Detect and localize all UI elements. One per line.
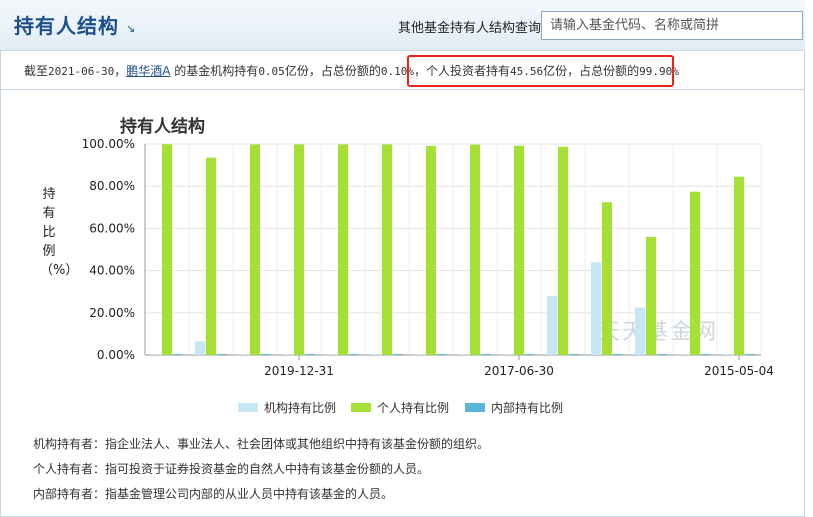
bar [338, 144, 348, 355]
bar [723, 354, 733, 355]
x-tick-label: 2015-05-04 [704, 364, 774, 378]
legend-label-internal: 内部持有比例 [491, 401, 564, 415]
bar [151, 354, 161, 355]
bar [239, 354, 249, 355]
bar [382, 144, 392, 355]
x-tick-label: 2017-06-30 [484, 364, 554, 378]
y-tick-label: 0.00% [97, 348, 135, 362]
bar [569, 354, 579, 355]
bar [613, 354, 623, 355]
legend-swatch-individual [351, 403, 371, 412]
bar [558, 146, 568, 355]
bar [195, 341, 205, 355]
bar [217, 354, 227, 355]
bar [657, 354, 667, 355]
bar [481, 354, 491, 355]
bar [525, 354, 535, 355]
legend-swatch-institution [238, 403, 258, 412]
bar [162, 144, 172, 355]
legend-item-internal[interactable]: 内部持有比例 [465, 399, 563, 416]
bar [415, 354, 425, 355]
bar [250, 144, 260, 355]
y-tick-label: 80.00% [89, 179, 135, 193]
note-internal: 内部持有者：指基金管理公司内部的从业人员中持有该基金的人员。 [33, 487, 394, 501]
bar [459, 354, 469, 355]
bar [173, 354, 183, 355]
bar [646, 236, 656, 355]
bar [437, 354, 447, 355]
bar [261, 354, 271, 355]
bar [547, 295, 557, 355]
bar [349, 354, 359, 355]
bar [679, 354, 689, 355]
bar [393, 354, 403, 355]
bar [371, 354, 381, 355]
bar [745, 354, 755, 355]
note-institution: 机构持有者：指企业法人、事业法人、社会团体或其他组织中持有该基金份额的组织。 [33, 437, 490, 451]
definitions-notes: 机构持有者：指企业法人、事业法人、社会团体或其他组织中持有该基金份额的组织。 个… [33, 432, 489, 507]
bar [283, 354, 293, 355]
bar [206, 157, 216, 355]
y-tick-label: 20.00% [89, 306, 135, 320]
bar [635, 307, 645, 355]
bar [690, 191, 700, 355]
legend-label-institution: 机构持有比例 [264, 401, 337, 415]
y-tick-label: 60.00% [89, 221, 135, 235]
legend-swatch-internal [465, 403, 485, 412]
y-tick-label: 40.00% [89, 264, 135, 278]
legend-item-individual[interactable]: 个人持有比例 [351, 399, 449, 416]
y-tick-label: 100.00% [82, 137, 135, 151]
bar [305, 354, 315, 355]
legend-item-institution[interactable]: 机构持有比例 [238, 399, 336, 416]
bar [470, 144, 480, 355]
note-individual: 个人持有者：指可投资于证券投资基金的自然人中持有该基金份额的人员。 [33, 462, 430, 476]
bar [734, 176, 744, 355]
bar [591, 262, 601, 355]
bar [426, 145, 436, 355]
bar [503, 354, 513, 355]
x-tick-label: 2019-12-31 [264, 364, 334, 378]
bar [701, 354, 711, 355]
bar [514, 145, 524, 355]
bar [602, 202, 612, 355]
legend-label-individual: 个人持有比例 [377, 401, 450, 415]
bar [294, 144, 304, 355]
bar [327, 354, 337, 355]
